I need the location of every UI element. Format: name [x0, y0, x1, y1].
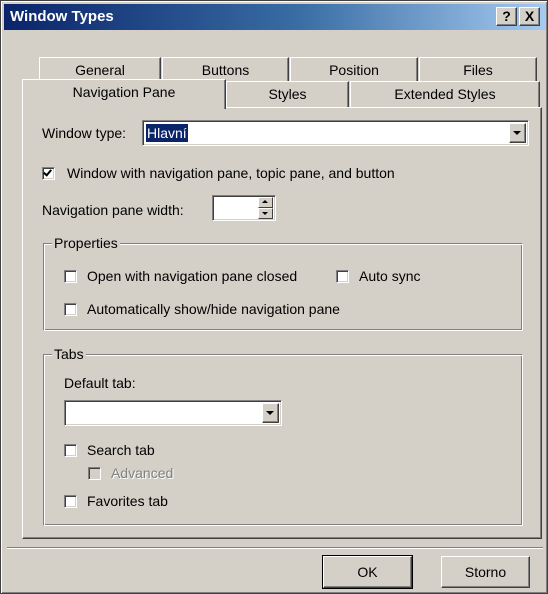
- tab-position[interactable]: Position: [290, 57, 418, 83]
- properties-legend: Properties: [52, 234, 120, 252]
- spin-down-icon[interactable]: [258, 208, 273, 219]
- window-type-dropdown[interactable]: Hlavní: [142, 120, 529, 146]
- footer-divider: [7, 547, 543, 549]
- tab-navigation-pane[interactable]: Navigation Pane: [22, 79, 226, 109]
- cancel-button[interactable]: Storno: [441, 556, 530, 588]
- search-tab-label: Search tab: [87, 442, 155, 458]
- auto-sync-label: Auto sync: [359, 268, 421, 284]
- tabs-group: Tabs Default tab: Search tab Advanced Fa…: [43, 345, 523, 526]
- window-type-label: Window type:: [42, 125, 127, 141]
- pane-width-spinner[interactable]: [212, 195, 276, 221]
- window-type-value: Hlavní: [146, 124, 188, 142]
- default-tab-dropdown[interactable]: [64, 400, 282, 426]
- open-closed-label: Open with navigation pane closed: [87, 268, 298, 284]
- properties-group: Properties Open with navigation pane clo…: [43, 234, 523, 331]
- nav-pane-checkbox[interactable]: [42, 167, 55, 180]
- advanced-label: Advanced: [111, 465, 174, 481]
- window-title: Window Types: [10, 8, 114, 25]
- spin-up-icon[interactable]: [258, 197, 273, 208]
- tab-extended-styles[interactable]: Extended Styles: [350, 81, 540, 107]
- nav-pane-checkbox-label: Window with navigation pane, topic pane,…: [67, 165, 395, 181]
- pane-width-label: Navigation pane width:: [42, 202, 184, 218]
- window-types-dialog: Window Types ? X General Buttons Positio…: [0, 0, 548, 594]
- chevron-down-icon[interactable]: [509, 123, 526, 143]
- advanced-checkbox: [88, 467, 101, 480]
- auto-sync-checkbox[interactable]: [336, 270, 349, 283]
- favorites-tab-label: Favorites tab: [87, 493, 168, 509]
- search-tab-checkbox[interactable]: [64, 444, 77, 457]
- title-bar[interactable]: Window Types ? X: [4, 4, 546, 30]
- close-button[interactable]: X: [519, 7, 540, 26]
- help-button[interactable]: ?: [496, 7, 517, 26]
- ok-button[interactable]: OK: [322, 555, 413, 589]
- auto-show-hide-checkbox[interactable]: [64, 303, 77, 316]
- tabs-legend: Tabs: [52, 345, 86, 363]
- default-tab-label: Default tab:: [64, 375, 136, 391]
- chevron-down-icon[interactable]: [262, 403, 279, 423]
- navigation-pane-panel: Window type: Hlavní Window with navigati…: [22, 107, 542, 539]
- favorites-tab-checkbox[interactable]: [64, 495, 77, 508]
- auto-show-hide-label: Automatically show/hide navigation pane: [87, 301, 340, 317]
- checkmark-icon: [43, 167, 52, 177]
- tab-styles[interactable]: Styles: [226, 81, 349, 107]
- open-closed-checkbox[interactable]: [64, 270, 77, 283]
- tab-files[interactable]: Files: [419, 57, 537, 83]
